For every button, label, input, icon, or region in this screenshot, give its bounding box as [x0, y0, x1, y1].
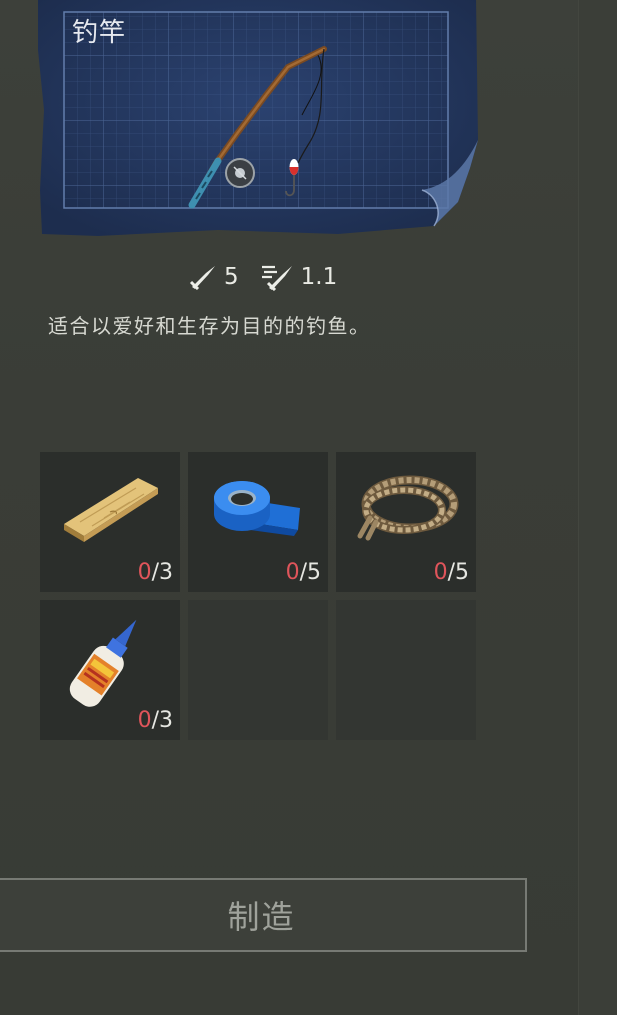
attack-speed-icon: [261, 265, 292, 291]
item-description: 适合以爱好和生存为目的的钓鱼。: [48, 314, 371, 338]
blueprint-card: 钓竿: [38, 0, 478, 238]
ingredient-slot-plank[interactable]: 0/3: [40, 452, 180, 592]
craft-button[interactable]: 制造: [0, 878, 527, 952]
damage-stat: 5: [188, 264, 239, 290]
ingredient-count: 0/5: [285, 560, 321, 585]
item-stats: 5 1.1: [188, 262, 359, 292]
ingredient-count: 0/3: [137, 708, 173, 733]
attack-speed-value: 1.1: [300, 264, 338, 290]
ingredient-count: 0/3: [137, 560, 173, 585]
ingredient-slot-glue[interactable]: 0/3: [40, 600, 180, 740]
ingredient-slot-duct-tape[interactable]: 0/5: [188, 452, 328, 592]
damage-icon: [189, 266, 215, 290]
ingredients-grid: 0/3 0/5 0/5 0/3: [40, 452, 476, 740]
empty-ingredient-slot: [336, 600, 476, 740]
empty-ingredient-slot: [188, 600, 328, 740]
crafting-panel: 钓竿 5 1.1 适合以爱好和生存为目的的钓鱼。 0/3 0/5 0/5 0/3…: [0, 0, 617, 1015]
fishing-rod-icon: [188, 46, 327, 209]
attack-speed-stat: 1.1: [261, 263, 338, 291]
ingredient-count: 0/5: [433, 560, 469, 585]
item-title: 钓竿: [72, 18, 127, 48]
ingredient-slot-rope[interactable]: 0/5: [336, 452, 476, 592]
damage-value: 5: [224, 264, 239, 290]
panel-edge: [578, 0, 617, 1015]
